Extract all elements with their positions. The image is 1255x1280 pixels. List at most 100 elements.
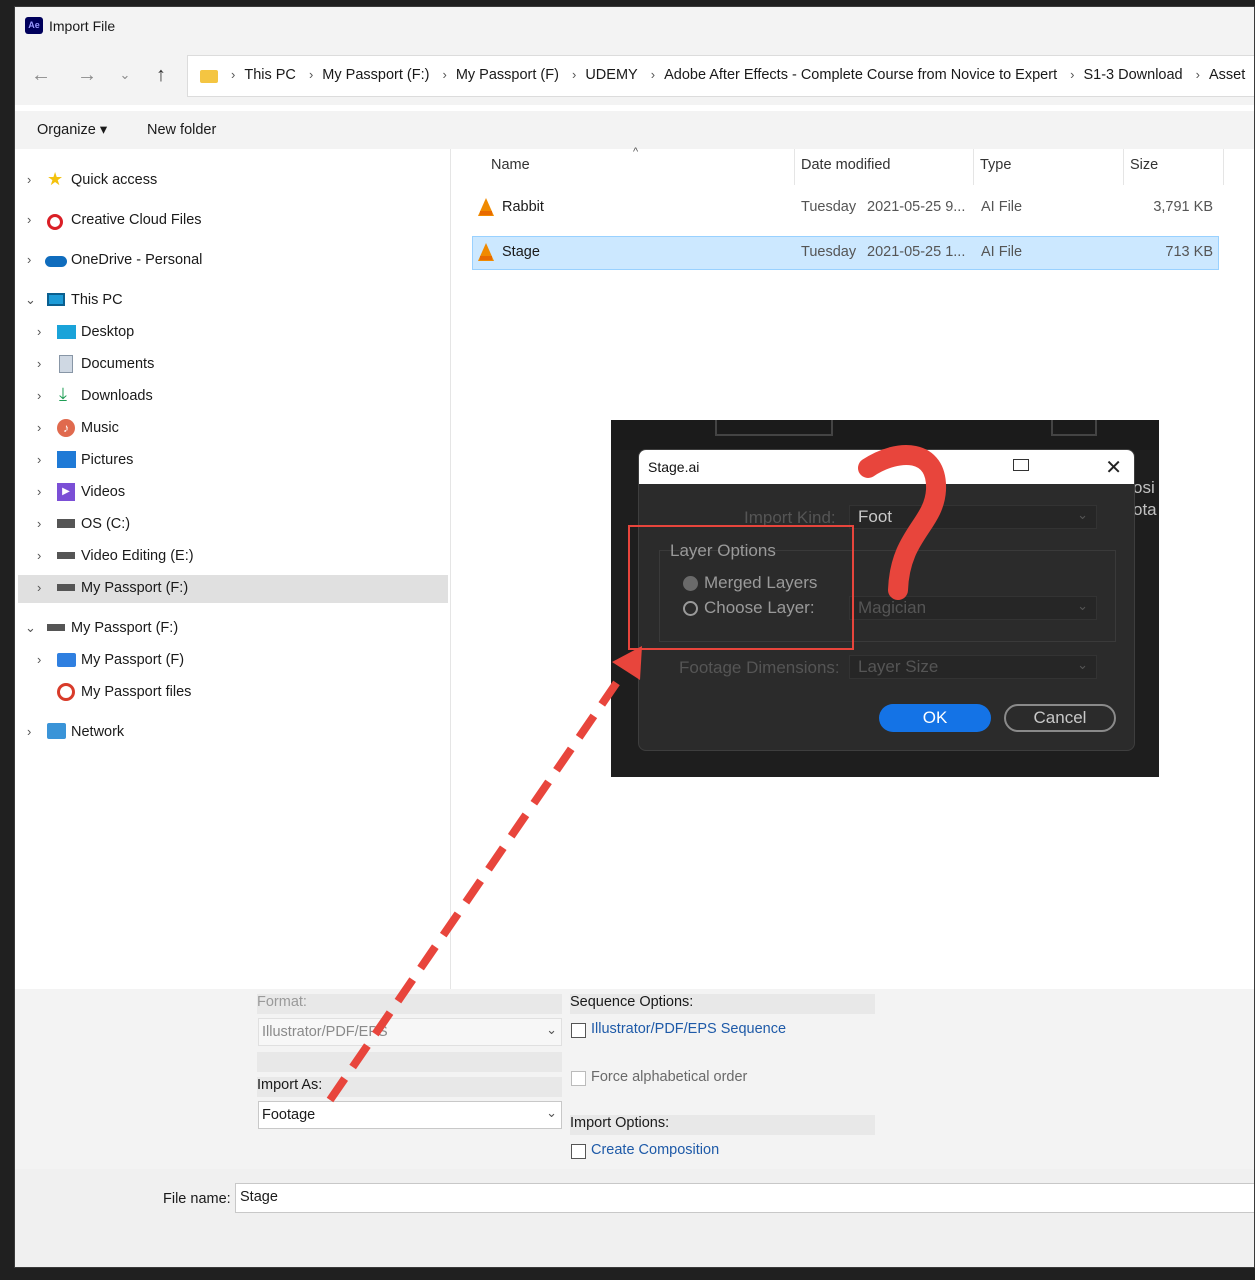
sidebar-item-label: Creative Cloud Files <box>71 212 202 228</box>
chevron-right-icon[interactable]: › <box>37 356 49 371</box>
new-folder-button[interactable]: New folder <box>147 122 216 138</box>
drive-icon <box>57 519 75 528</box>
chevron-right-icon[interactable]: › <box>37 420 49 435</box>
chevron-right-icon[interactable]: › <box>27 212 39 227</box>
chevron-down-icon[interactable]: ⌄ <box>25 620 37 636</box>
chevron-right-icon[interactable]: › <box>37 484 49 499</box>
import-options-label: Import Options: <box>570 1115 875 1135</box>
star-icon: ★ <box>47 169 64 189</box>
chevron-right-icon: › <box>231 67 236 82</box>
ok-button[interactable]: OK <box>879 704 991 732</box>
file-name-row: File name: Stage <box>15 1169 1254 1267</box>
window-mode-icon[interactable] <box>1013 459 1029 471</box>
file-row-rabbit[interactable]: Rabbit Tuesday 2021-05-25 9... AI File 3… <box>472 191 1219 225</box>
after-effects-icon: Ae <box>25 17 43 34</box>
sidebar-item-desktop[interactable]: › Desktop <box>15 319 445 347</box>
chevron-right-icon[interactable]: › <box>37 580 49 595</box>
sidebar-item-my-passport-files[interactable]: My Passport files <box>15 679 445 707</box>
music-note-icon: ♪ <box>57 419 75 437</box>
chevron-right-icon: › <box>650 67 656 82</box>
column-header-date[interactable]: Date modified <box>801 157 890 173</box>
address-bar[interactable]: › This PC › My Passport (F:) › My Passport … <box>187 55 1254 97</box>
sidebar-item-creative-cloud[interactable]: › Creative Cloud Files <box>15 207 445 235</box>
back-arrow-icon[interactable]: ← <box>29 64 53 88</box>
column-header-type[interactable]: Type <box>980 157 1011 173</box>
import-as-select[interactable]: Footage ⌄ <box>258 1101 562 1129</box>
sidebar-item-videos[interactable]: › ▶ Videos <box>15 479 445 507</box>
chevron-right-icon[interactable]: › <box>27 724 39 739</box>
footage-dimensions-label: Footage Dimensions: <box>679 658 840 677</box>
sidebar-item-downloads[interactable]: › ⤓ Downloads <box>15 383 445 411</box>
cancel-button[interactable]: Cancel <box>1004 704 1116 732</box>
breadcrumb-my-passport[interactable]: My Passport (F) <box>456 67 559 83</box>
column-divider[interactable] <box>1123 149 1124 185</box>
sidebar-item-pictures[interactable]: › Pictures <box>15 447 445 475</box>
organize-button[interactable]: Organize ▾ <box>37 122 107 138</box>
chevron-right-icon[interactable]: › <box>37 388 49 403</box>
recent-locations-chevron-icon[interactable]: ⌄ <box>113 64 137 88</box>
sidebar-item-label: My Passport (F:) <box>81 580 189 596</box>
column-header-size[interactable]: Size <box>1130 157 1158 173</box>
sequence-checkbox-label[interactable]: Illustrator/PDF/EPS Sequence <box>591 1021 786 1037</box>
forward-arrow-icon[interactable]: → <box>75 64 99 88</box>
sidebar-item-my-passport-selected[interactable]: › My Passport (F:) <box>18 575 448 603</box>
breadcrumb-this-pc[interactable]: This PC <box>244 67 296 83</box>
chevron-right-icon[interactable]: › <box>37 452 49 467</box>
sidebar-item-label: Pictures <box>81 452 134 468</box>
sidebar-item-quick-access[interactable]: › ★ Quick access <box>15 167 445 195</box>
breadcrumb-s1-3-download[interactable]: S1-3 Download <box>1083 67 1182 83</box>
sidebar-item-label: My Passport files <box>81 684 192 700</box>
document-icon <box>59 355 73 373</box>
sequence-checkbox[interactable] <box>571 1023 586 1038</box>
create-composition-checkbox[interactable] <box>571 1144 586 1159</box>
file-row-stage[interactable]: Stage Tuesday 2021-05-25 1... AI File 71… <box>472 236 1219 270</box>
vlc-file-icon <box>478 243 494 261</box>
breadcrumb-asset[interactable]: Asset <box>1209 67 1245 83</box>
column-divider[interactable] <box>973 149 974 185</box>
import-options-panel: Format: Illustrator/PDF/EPS ⌄ Import As:… <box>15 989 1254 1169</box>
sidebar-item-my-passport-folder[interactable]: › My Passport (F) <box>15 647 445 675</box>
column-divider[interactable] <box>1223 149 1224 185</box>
import-kind-select[interactable]: Foot ⌄ <box>849 505 1097 529</box>
sidebar-item-network[interactable]: › Network <box>15 719 445 747</box>
force-alphabetical-checkbox[interactable] <box>571 1071 586 1086</box>
blocked-icon <box>57 683 75 701</box>
column-header-name[interactable]: Name <box>491 157 530 173</box>
chevron-right-icon[interactable]: › <box>37 652 49 667</box>
sidebar-item-os-c[interactable]: › OS (C:) <box>15 511 445 539</box>
picture-icon <box>57 451 76 468</box>
sidebar-item-music[interactable]: › ♪ Music <box>15 415 445 443</box>
sidebar-item-label: Video Editing (E:) <box>81 548 194 564</box>
sidebar-item-label: My Passport (F:) <box>71 620 179 636</box>
sidebar-item-this-pc[interactable]: ⌄ This PC <box>15 287 445 315</box>
footage-dimensions-select[interactable]: Layer Size ⌄ <box>849 655 1097 679</box>
sidebar-item-documents[interactable]: › Documents <box>15 351 445 379</box>
file-name-input[interactable]: Stage <box>235 1183 1254 1213</box>
format-select[interactable]: Illustrator/PDF/EPS ⌄ <box>258 1018 562 1046</box>
footage-dimensions-value: Layer Size <box>858 657 939 676</box>
sidebar-item-label: OneDrive - Personal <box>71 252 203 268</box>
sidebar-item-video-editing[interactable]: › Video Editing (E:) <box>15 543 445 571</box>
navigation-pane: › ★ Quick access › Creative Cloud Files … <box>15 149 451 989</box>
file-date: 2021-05-25 9... <box>867 199 966 215</box>
chevron-down-icon[interactable]: ⌄ <box>25 292 37 308</box>
up-arrow-icon[interactable]: ↑ <box>149 64 173 88</box>
layer-select[interactable]: Magician ⌄ <box>849 596 1097 620</box>
drive-icon <box>57 584 75 591</box>
breadcrumb-my-passport-drive[interactable]: My Passport (F:) <box>322 67 429 83</box>
chevron-right-icon[interactable]: › <box>27 252 39 267</box>
create-composition-label[interactable]: Create Composition <box>591 1142 719 1158</box>
column-divider[interactable] <box>794 149 795 185</box>
sidebar-item-my-passport-root[interactable]: ⌄ My Passport (F:) <box>15 615 445 643</box>
chevron-right-icon[interactable]: › <box>27 172 39 187</box>
chevron-right-icon[interactable]: › <box>37 548 49 563</box>
chevron-down-icon: ⌄ <box>546 1105 557 1120</box>
backdrop-text: osi <box>1133 478 1155 497</box>
breadcrumb-course[interactable]: Adobe After Effects - Complete Course fr… <box>664 67 1057 83</box>
chevron-right-icon[interactable]: › <box>37 324 49 339</box>
chevron-right-icon[interactable]: › <box>37 516 49 531</box>
format-value: Illustrator/PDF/EPS <box>262 1024 388 1040</box>
close-icon[interactable]: ✕ <box>1105 455 1122 480</box>
breadcrumb-udemy[interactable]: UDEMY <box>585 67 637 83</box>
sidebar-item-onedrive[interactable]: › OneDrive - Personal <box>15 247 445 275</box>
